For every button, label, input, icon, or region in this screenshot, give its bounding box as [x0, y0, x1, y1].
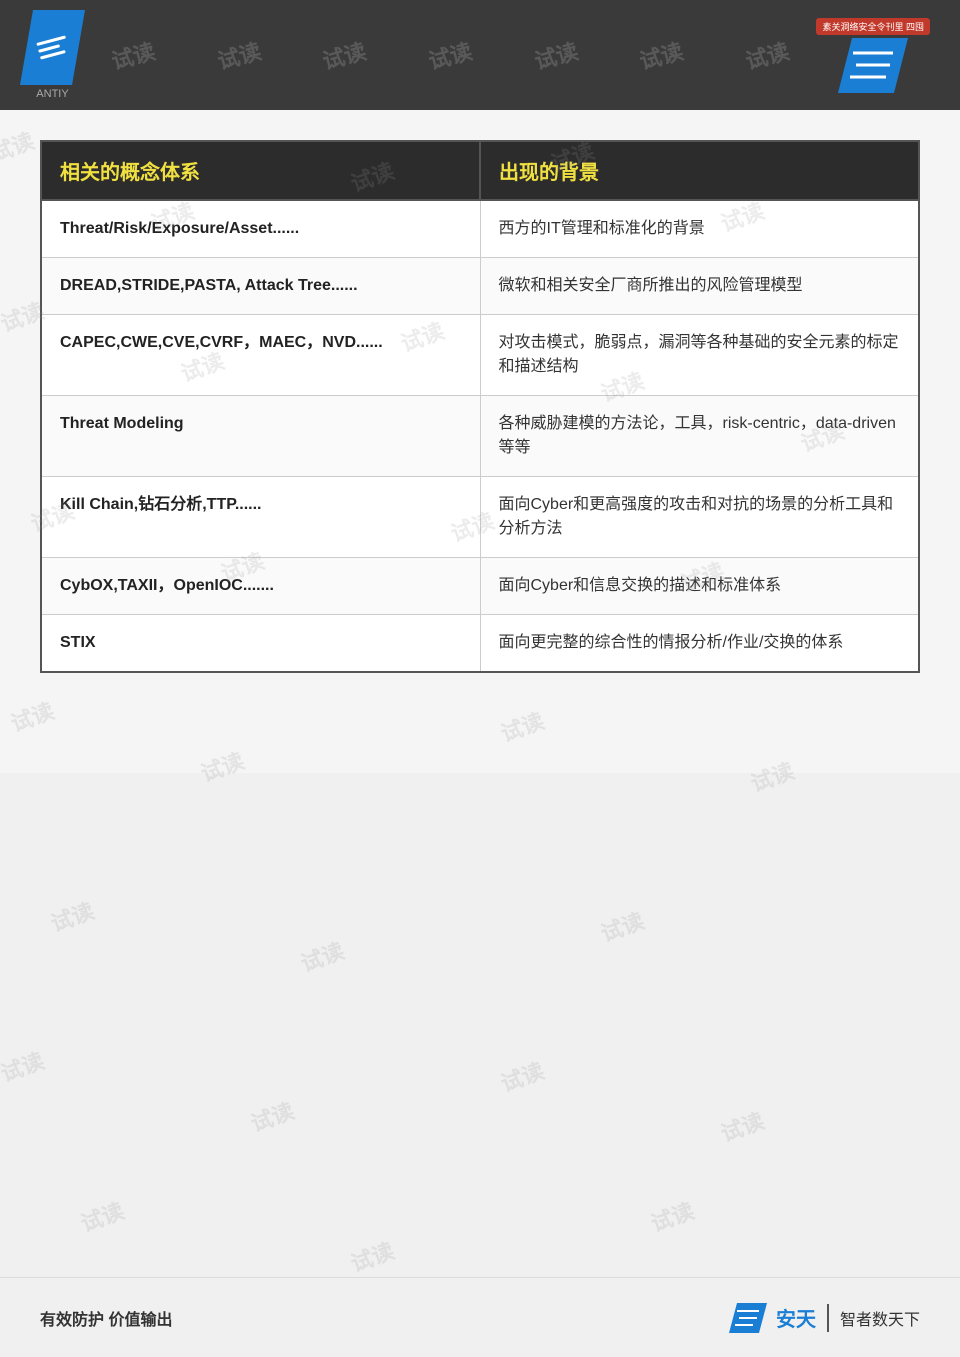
watermark: 试读: [0, 1043, 48, 1088]
table-row: Threat/Risk/Exposure/Asset......西方的IT管理和…: [41, 200, 919, 258]
watermark: 试读: [296, 933, 348, 978]
left-cell: Threat Modeling: [41, 396, 480, 477]
col2-header: 出现的背景: [480, 141, 919, 200]
watermark: 试读: [596, 903, 648, 948]
footer-divider: [827, 1304, 829, 1332]
left-cell: CybOX,TAXII，OpenIOC.......: [41, 558, 480, 615]
right-cell: 面向Cyber和信息交换的描述和标准体系: [480, 558, 919, 615]
watermark: 试读: [496, 1053, 548, 1098]
table-row: CybOX,TAXII，OpenIOC.......面向Cyber和信息交换的描…: [41, 558, 919, 615]
footer: 有效防护 价值输出 安天 智者数天下: [0, 1277, 960, 1357]
footer-logo-text: 安天: [776, 1303, 816, 1332]
header-watermark: 试读: [530, 34, 581, 76]
header-watermark: 试读: [425, 34, 476, 76]
logo-area: ANTIY: [20, 10, 85, 100]
table-row: STIX面向更完整的综合性的情报分析/作业/交换的体系: [41, 615, 919, 673]
header-badge: 素关洞络安全令刊里 四囤: [816, 18, 930, 35]
table-header-row: 相关的概念体系 出现的背景: [41, 141, 919, 200]
table-row: CAPEC,CWE,CVE,CVRF，MAEC，NVD......对攻击模式，脆…: [41, 315, 919, 396]
col1-header: 相关的概念体系: [41, 141, 480, 200]
table-row: DREAD,STRIDE,PASTA, Attack Tree......微软和…: [41, 258, 919, 315]
right-cell: 面向Cyber和更高强度的攻击和对抗的场景的分析工具和分析方法: [480, 477, 919, 558]
watermark: 试读: [346, 1233, 398, 1278]
main-content: 相关的概念体系 出现的背景 Threat/Risk/Exposure/Asset…: [0, 110, 960, 773]
right-cell: 各种威胁建模的方法论，工具，risk-centric，data-driven等等: [480, 396, 919, 477]
right-cell: 西方的IT管理和标准化的背景: [480, 200, 919, 258]
main-table: 相关的概念体系 出现的背景 Threat/Risk/Exposure/Asset…: [40, 140, 920, 673]
footer-logo-icon: [729, 1303, 767, 1333]
right-cell: 微软和相关安全厂商所推出的风险管理模型: [480, 258, 919, 315]
header-watermark: 试读: [213, 34, 264, 76]
watermark: 试读: [716, 1103, 768, 1148]
header: ANTIY 试读 试读 试读 试读 试读 试读 试读 素关洞络安全令刊里 四囤: [0, 0, 960, 110]
watermark: 试读: [76, 1193, 128, 1238]
header-watermark: 试读: [742, 34, 793, 76]
left-cell: STIX: [41, 615, 480, 673]
right-cell: 面向更完整的综合性的情报分析/作业/交换的体系: [480, 615, 919, 673]
right-cell: 对攻击模式，脆弱点，漏洞等各种基础的安全元素的标定和描述结构: [480, 315, 919, 396]
logo-lines: [36, 35, 69, 59]
logo-shape: [20, 10, 85, 85]
logo-line-1: [36, 35, 66, 46]
header-watermark: 试读: [636, 34, 687, 76]
left-cell: CAPEC,CWE,CVE,CVRF，MAEC，NVD......: [41, 315, 480, 396]
footer-slogan: 有效防护 价值输出: [40, 1306, 172, 1330]
header-logo-svg: [838, 38, 908, 93]
header-right-logo: 素关洞络安全令刊里 四囤: [816, 18, 930, 93]
table-row: Kill Chain,钻石分析,TTP......面向Cyber和更高强度的攻击…: [41, 477, 919, 558]
left-cell: Kill Chain,钻石分析,TTP......: [41, 477, 480, 558]
watermark: 试读: [246, 1093, 298, 1138]
header-watermark: 试读: [319, 34, 370, 76]
header-watermark: 试读: [107, 34, 158, 76]
watermark: 试读: [646, 1193, 698, 1238]
footer-sub-text: 智者数天下: [840, 1306, 920, 1330]
table-row: Threat Modeling各种威胁建模的方法论，工具，risk-centri…: [41, 396, 919, 477]
left-cell: DREAD,STRIDE,PASTA, Attack Tree......: [41, 258, 480, 315]
logo-text: ANTIY: [36, 88, 68, 100]
left-cell: Threat/Risk/Exposure/Asset......: [41, 200, 480, 258]
footer-logo: 安天 智者数天下: [729, 1303, 920, 1333]
table-body: Threat/Risk/Exposure/Asset......西方的IT管理和…: [41, 200, 919, 672]
watermark: 试读: [46, 893, 98, 938]
